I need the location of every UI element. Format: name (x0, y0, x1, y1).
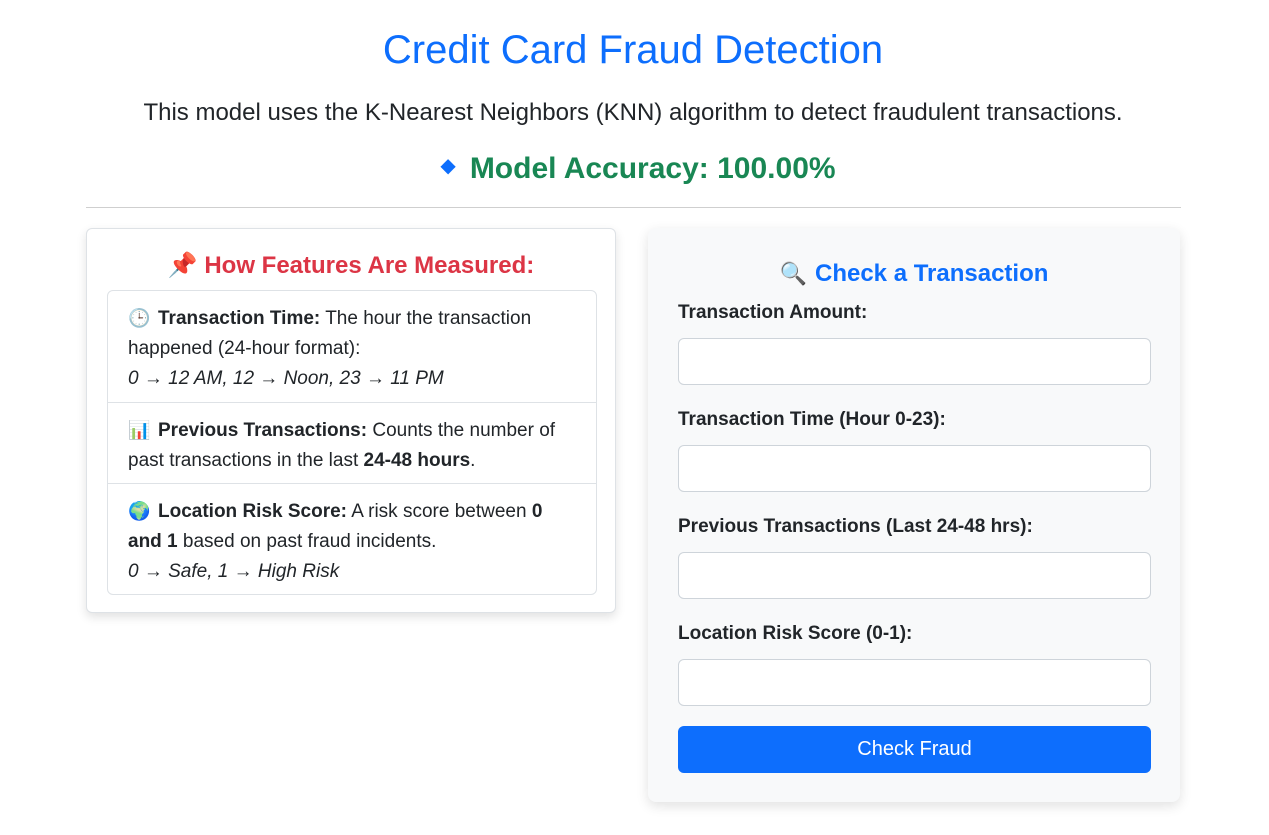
feature-text: A risk score between (347, 501, 532, 522)
form-heading-text: Check a Transaction (814, 260, 1049, 287)
feature-name: Transaction Time: (158, 308, 321, 329)
feature-item-previous-transactions: 📊 Previous Transactions: Counts the numbe… (108, 402, 596, 483)
location-risk-input[interactable] (678, 659, 1151, 706)
page: Credit Card Fraud Detection This model u… (0, 0, 1269, 835)
features-list: 🕒 Transaction Time: The hour the transact… (107, 290, 597, 595)
feature-example: 0 → 12 AM, 12 → Noon, 23 → 11 PM (128, 368, 444, 389)
page-title: Credit Card Fraud Detection (382, 28, 884, 72)
feature-item-transaction-time: 🕒 Transaction Time: The hour the transact… (108, 291, 596, 402)
previous-transactions-label: Previous Transactions (Last 24-48 hrs): (678, 516, 1033, 537)
feature-item-location-risk: 🌍 Location Risk Score: A risk score betwe… (108, 483, 596, 594)
accuracy-label: Model Accuracy: (469, 152, 709, 185)
check-fraud-button[interactable]: Check Fraud (678, 726, 1151, 773)
time-input[interactable] (678, 445, 1151, 492)
feature-tail: . (470, 450, 476, 471)
feature-example: 0 → Safe, 1 → High Risk (128, 561, 340, 582)
magnifier-icon: 🔍 (779, 261, 807, 286)
transaction-form-card: 🔍 Check a Transaction Transaction Amount:… (648, 228, 1180, 802)
amount-input[interactable] (678, 338, 1151, 385)
features-heading: 📌 How Features Are Measured: (87, 251, 615, 281)
location-risk-label: Location Risk Score (0-1): (678, 623, 913, 644)
model-accuracy: ◆ Model Accuracy: 100.00% (0, 151, 1269, 188)
form-heading: 🔍 Check a Transaction (648, 259, 1180, 289)
previous-transactions-input[interactable] (678, 552, 1151, 599)
bar-chart-icon: 📊 (128, 420, 151, 440)
feature-bold-text: 24-48 hours (363, 450, 471, 471)
feature-tail: based on past fraud incidents. (177, 531, 437, 552)
diamond-icon: ◆ (440, 155, 456, 178)
amount-label: Transaction Amount: (678, 302, 868, 323)
feature-name: Location Risk Score: (158, 501, 347, 522)
feature-name: Previous Transactions: (158, 420, 368, 441)
globe-icon: 🌍 (128, 501, 151, 521)
features-heading-text: How Features Are Measured: (204, 252, 535, 279)
accuracy-value: 100.00% (717, 152, 836, 185)
features-card: 📌 How Features Are Measured: 🕒 Transactio… (86, 228, 616, 613)
clock-icon: 🕒 (128, 308, 151, 328)
divider (86, 207, 1181, 208)
time-label: Transaction Time (Hour 0-23): (678, 409, 946, 430)
model-description: This model uses the K-Nearest Neighbors … (143, 99, 1123, 126)
pushpin-icon: 📌 (167, 252, 198, 279)
